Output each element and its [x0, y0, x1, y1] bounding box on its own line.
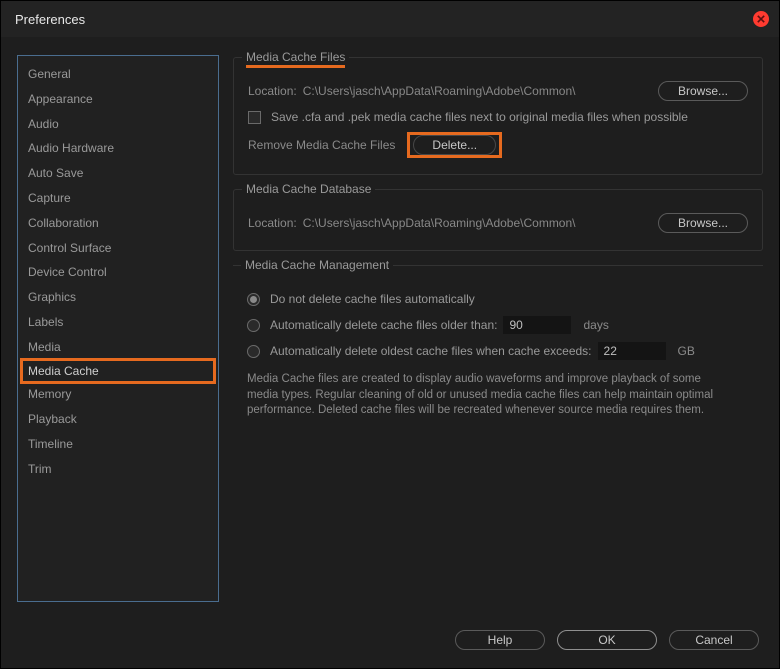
db-location-path: C:\Users\jasch\AppData\Roaming\Adobe\Com… — [303, 216, 652, 230]
footer: Help OK Cancel — [455, 630, 759, 650]
save-cfa-checkbox[interactable] — [248, 111, 261, 124]
sidebar-item-playback[interactable]: Playback — [18, 407, 218, 432]
delete-highlight: Delete... — [407, 132, 502, 158]
group-media-cache-db: Media Cache Database Location: C:\Users\… — [233, 189, 763, 251]
db-location-label: Location: — [248, 216, 297, 230]
titlebar: Preferences — [1, 1, 779, 37]
radio-no-delete-label: Do not delete cache files automatically — [270, 292, 475, 306]
group-title-db: Media Cache Database — [242, 182, 375, 196]
remove-files-label: Remove Media Cache Files — [248, 138, 395, 152]
radio-older-than[interactable] — [247, 319, 260, 332]
radio-exceeds[interactable] — [247, 345, 260, 358]
group-title-mgmt: Media Cache Management — [241, 258, 393, 272]
radio-older-label: Automatically delete cache files older t… — [270, 318, 497, 332]
help-button[interactable]: Help — [455, 630, 545, 650]
radio-no-delete[interactable] — [247, 293, 260, 306]
radio-exceeds-label: Automatically delete oldest cache files … — [270, 344, 592, 358]
cancel-button[interactable]: Cancel — [669, 630, 759, 650]
sidebar-item-graphics[interactable]: Graphics — [18, 285, 218, 310]
sidebar-item-timeline[interactable]: Timeline — [18, 432, 218, 457]
sidebar-item-audio-hardware[interactable]: Audio Hardware — [18, 136, 218, 161]
sidebar-item-memory[interactable]: Memory — [18, 382, 218, 407]
group-title-files: Media Cache Files — [242, 50, 349, 64]
group-media-cache-mgmt: Media Cache Management Do not delete cac… — [233, 265, 763, 419]
exceeds-input[interactable] — [598, 342, 666, 360]
close-icon — [757, 15, 765, 23]
sidebar-item-trim[interactable]: Trim — [18, 457, 218, 482]
files-location-label: Location: — [248, 84, 297, 98]
main: GeneralAppearanceAudioAudio HardwareAuto… — [1, 37, 779, 602]
delete-button[interactable]: Delete... — [413, 135, 496, 155]
older-unit: days — [583, 318, 608, 332]
older-than-input[interactable] — [503, 316, 571, 334]
window-title: Preferences — [15, 12, 85, 27]
sidebar-item-capture[interactable]: Capture — [18, 186, 218, 211]
sidebar-item-media-cache[interactable]: Media Cache — [18, 358, 218, 385]
sidebar-item-labels[interactable]: Labels — [18, 310, 218, 335]
sidebar-item-media[interactable]: Media — [18, 335, 218, 360]
sidebar-item-appearance[interactable]: Appearance — [18, 87, 218, 112]
group-media-cache-files: Media Cache Files Location: C:\Users\jas… — [233, 57, 763, 175]
files-location-path: C:\Users\jasch\AppData\Roaming\Adobe\Com… — [303, 84, 652, 98]
sidebar-item-auto-save[interactable]: Auto Save — [18, 161, 218, 186]
sidebar: GeneralAppearanceAudioAudio HardwareAuto… — [17, 55, 219, 602]
sidebar-highlight: Media Cache — [20, 358, 216, 385]
save-cfa-label: Save .cfa and .pek media cache files nex… — [271, 110, 688, 124]
db-browse-button[interactable]: Browse... — [658, 213, 748, 233]
sidebar-item-control-surface[interactable]: Control Surface — [18, 236, 218, 261]
sidebar-item-collaboration[interactable]: Collaboration — [18, 211, 218, 236]
close-button[interactable] — [753, 11, 769, 27]
exceeds-unit: GB — [678, 344, 695, 358]
sidebar-item-audio[interactable]: Audio — [18, 112, 218, 137]
files-browse-button[interactable]: Browse... — [658, 81, 748, 101]
mgmt-description: Media Cache files are created to display… — [247, 372, 727, 419]
ok-button[interactable]: OK — [557, 630, 657, 650]
sidebar-item-device-control[interactable]: Device Control — [18, 260, 218, 285]
sidebar-item-general[interactable]: General — [18, 62, 218, 87]
content-panel: Media Cache Files Location: C:\Users\jas… — [233, 55, 763, 602]
